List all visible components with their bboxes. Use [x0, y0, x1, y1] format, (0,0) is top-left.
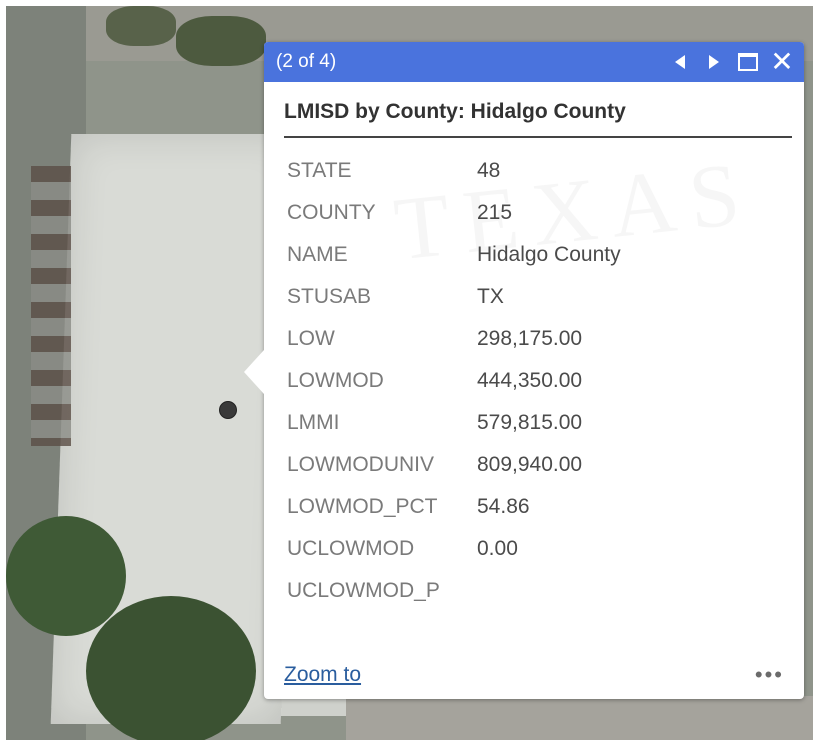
- previous-feature-button[interactable]: [666, 47, 694, 77]
- attribute-value: 298,175.00: [477, 327, 583, 350]
- attribute-row: UCLOWMOD 0.00: [284, 528, 792, 570]
- popup-controls: ✕: [666, 42, 796, 82]
- popup-header: (2 of 4) ✕: [264, 42, 804, 82]
- attribute-row: UCLOWMOD_P: [284, 570, 792, 612]
- more-options-icon[interactable]: •••: [755, 662, 784, 688]
- selected-location-marker[interactable]: [219, 401, 237, 419]
- next-icon: [709, 55, 719, 69]
- attribute-key: LMMI: [287, 411, 340, 434]
- attribute-value: 0.00: [477, 537, 518, 560]
- popup-footer: Zoom to •••: [284, 659, 784, 691]
- attribute-value: TX: [477, 285, 504, 308]
- attribute-key: NAME: [287, 243, 348, 266]
- previous-icon: [675, 55, 685, 69]
- parked-cars: [31, 166, 71, 446]
- attribute-value: 54.86: [477, 495, 530, 518]
- attribute-key: LOWMODUNIV: [287, 453, 434, 476]
- zoom-to-link[interactable]: Zoom to: [284, 663, 361, 687]
- close-icon: ✕: [770, 45, 794, 78]
- tree: [106, 6, 176, 46]
- attribute-key: UCLOWMOD: [287, 537, 415, 560]
- next-feature-button[interactable]: [700, 47, 728, 77]
- attribute-key: LOWMOD: [287, 369, 384, 392]
- attribute-key: LOWMOD_PCT: [287, 495, 438, 518]
- popup-title: LMISD by County: Hidalgo County: [284, 100, 792, 138]
- close-button[interactable]: ✕: [768, 47, 796, 77]
- feature-counter: (2 of 4): [276, 51, 337, 72]
- attribute-row: LOWMOD_PCT 54.86: [284, 486, 792, 528]
- attribute-key: STATE: [287, 159, 352, 182]
- attribute-value: 579,815.00: [477, 411, 583, 434]
- tree: [6, 516, 126, 636]
- attribute-key: UCLOWMOD_P: [287, 579, 440, 602]
- tree: [176, 16, 266, 66]
- attribute-value: 48: [477, 159, 501, 182]
- attribute-row: STUSAB TX: [284, 276, 792, 318]
- feature-popup: (2 of 4) ✕ TEXAS LMISD by County: Hidalg…: [244, 42, 804, 699]
- popup-body: TEXAS LMISD by County: Hidalgo County ST…: [264, 100, 804, 612]
- attribute-row: STATE 48: [284, 150, 792, 192]
- attribute-value: 809,940.00: [477, 453, 583, 476]
- parking-lot: [346, 696, 813, 740]
- tree: [86, 596, 256, 740]
- maximize-button[interactable]: [734, 47, 762, 77]
- attribute-value: Hidalgo County: [477, 243, 621, 266]
- attribute-key: STUSAB: [287, 285, 372, 308]
- attribute-row: LOW 298,175.00: [284, 318, 792, 360]
- popup-pointer: [244, 350, 264, 394]
- attribute-value: 444,350.00: [477, 369, 583, 392]
- maximize-icon: [738, 53, 758, 71]
- attribute-row: NAME Hidalgo County: [284, 234, 792, 276]
- attribute-key: COUNTY: [287, 201, 376, 224]
- attribute-row: LOWMOD 444,350.00: [284, 360, 792, 402]
- attribute-row: LOWMODUNIV 809,940.00: [284, 444, 792, 486]
- attribute-row: LMMI 579,815.00: [284, 402, 792, 444]
- attribute-key: LOW: [287, 327, 335, 350]
- attribute-value: 215: [477, 201, 513, 224]
- attribute-row: COUNTY 215: [284, 192, 792, 234]
- attribute-table: STATE 48 COUNTY 215 NAME Hidalgo County STUSAB…: [284, 150, 792, 612]
